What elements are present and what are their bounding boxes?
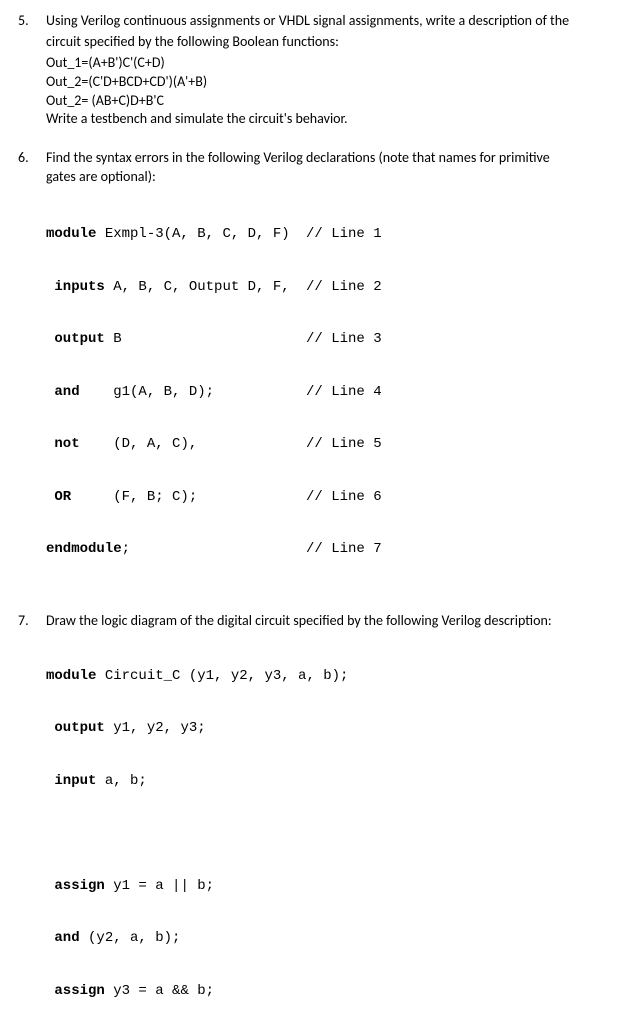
code-line [46,825,623,843]
question-6: 6. Find the syntax errors in the followi… [18,149,623,593]
code-left: module Exmpl-3(A, B, C, D, F) [46,226,306,244]
question-row: 7. Draw the logic diagram of the digital… [18,612,623,1036]
code-comment: // Line 6 [306,489,623,507]
keyword: and [54,930,79,946]
keyword: inputs [54,279,104,295]
code-comment: // Line 7 [306,541,623,559]
keyword: output [54,720,104,736]
keyword: assign [54,983,104,999]
code-comment: // Line 2 [306,279,623,297]
code-text: B [105,331,122,347]
question-5: 5. Using Verilog continuous assignments … [18,12,623,131]
question-text-line: gates are optional): [46,168,156,185]
code-line: OR (F, B; C); // Line 6 [46,489,623,507]
equation-line: Out_1=(A+B')C'(C+D) [46,54,623,73]
code-text: A, B, C, Output D, F, [105,279,290,295]
question-text-line: circuit specified by the following Boole… [46,33,623,52]
keyword: not [54,436,79,452]
question-7: 7. Draw the logic diagram of the digital… [18,612,623,1036]
code-text: y1 = a || b; [105,878,214,894]
code-line: module Exmpl-3(A, B, C, D, F) // Line 1 [46,226,623,244]
code-line: and (y2, a, b); [46,930,623,948]
question-text-line: Write a testbench and simulate the circu… [46,110,623,129]
code-left: not (D, A, C), [46,436,306,454]
keyword: OR [54,489,71,505]
code-line: module Circuit_C (y1, y2, y3, a, b); [46,668,623,686]
code-line: endmodule [46,1035,623,1036]
code-text: ; [122,541,130,557]
code-left: output B [46,331,306,349]
code-comment: // Line 1 [306,226,623,244]
code-line: not (D, A, C), // Line 5 [46,436,623,454]
code-text: Circuit_C (y1, y2, y3, a, b); [96,668,348,684]
keyword: output [54,331,104,347]
code-text: y1, y2, y3; [105,720,206,736]
keyword: assign [54,878,104,894]
code-left: endmodule; [46,541,306,559]
code-text: Exmpl-3(A, B, C, D, F) [96,226,289,242]
code-line: output y1, y2, y3; [46,720,623,738]
code-line: assign y1 = a || b; [46,878,623,896]
question-body: Using Verilog continuous assignments or … [46,12,623,131]
question-body: Find the syntax errors in the following … [46,149,623,593]
keyword: endmodule [46,541,122,557]
question-intro: Find the syntax errors in the following … [46,149,623,187]
code-text: (F, B; C); [71,489,197,505]
code-left: inputs A, B, C, Output D, F, [46,279,306,297]
code-line: input a, b; [46,773,623,791]
code-text: y3 = a && b; [105,983,214,999]
code-text: g1(A, B, D); [80,384,214,400]
question-row: 5. Using Verilog continuous assignments … [18,12,623,131]
keyword: module [46,226,96,242]
code-line: output B // Line 3 [46,331,623,349]
keyword: input [54,773,96,789]
keyword: and [54,384,79,400]
equation-line: Out_2= (AB+C)D+B'C [46,92,623,111]
code-block: module Exmpl-3(A, B, C, D, F) // Line 1 … [46,191,623,594]
code-left: OR (F, B; C); [46,489,306,507]
code-text: (y2, a, b); [80,930,181,946]
code-comment: // Line 3 [306,331,623,349]
code-line: assign y3 = a && b; [46,983,623,1001]
question-number: 7. [18,612,46,1036]
code-line: inputs A, B, C, Output D, F, // Line 2 [46,279,623,297]
code-text: (D, A, C), [80,436,198,452]
question-body: Draw the logic diagram of the digital ci… [46,612,623,1036]
code-comment: // Line 5 [306,436,623,454]
code-left: and g1(A, B, D); [46,384,306,402]
code-line: endmodule; // Line 7 [46,541,623,559]
question-text-line: Find the syntax errors in the following … [46,149,550,166]
question-number: 5. [18,12,46,131]
question-number: 6. [18,149,46,593]
keyword: endmodule [46,1035,122,1036]
code-block: module Circuit_C (y1, y2, y3, a, b); out… [46,633,623,1036]
code-text: a, b; [96,773,146,789]
keyword: module [46,668,96,684]
question-text-line: Using Verilog continuous assignments or … [46,12,623,31]
code-line: and g1(A, B, D); // Line 4 [46,384,623,402]
question-text-line: Draw the logic diagram of the digital ci… [46,612,552,629]
question-row: 6. Find the syntax errors in the followi… [18,149,623,593]
question-intro: Draw the logic diagram of the digital ci… [46,612,623,631]
equation-line: Out_2=(C'D+BCD+CD')(A'+B) [46,73,623,92]
code-comment: // Line 4 [306,384,623,402]
